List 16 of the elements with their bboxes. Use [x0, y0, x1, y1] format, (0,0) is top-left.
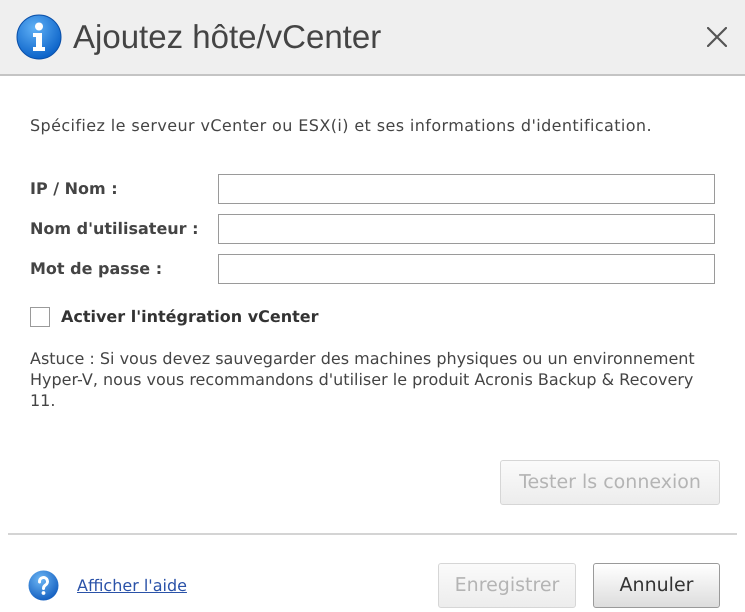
help-icon: [28, 570, 59, 601]
field-label: IP / Nom :: [30, 178, 119, 200]
field-label: Mot de passe :: [30, 258, 164, 280]
window-title: Ajoutez hôte/vCenter: [73, 17, 382, 58]
checkbox-label: Activer l'intégration vCenter: [61, 306, 319, 328]
help-link[interactable]: Afficher l'aide: [77, 574, 187, 598]
cancel-button[interactable]: Annuler: [593, 563, 720, 608]
intro-text: Spécifiez le serveur vCenter ou ESX(i) et ses informations d'identification.: [30, 116, 653, 136]
input-field[interactable]: [218, 214, 715, 244]
close-icon[interactable]: [707, 27, 727, 47]
checkbox[interactable]: [30, 307, 50, 327]
input-field[interactable]: [218, 254, 715, 284]
field-label: Nom d'utilisateur :: [30, 218, 200, 240]
input-field[interactable]: [218, 174, 715, 204]
tip-text: Astuce : Si vous devez sauvegarder des machines physiques ou un environnement Hyper-V, nous vous recommandons d'utiliser le produit Acronis Backup & Recovery 11.: [30, 348, 696, 411]
info-icon: [16, 14, 62, 60]
